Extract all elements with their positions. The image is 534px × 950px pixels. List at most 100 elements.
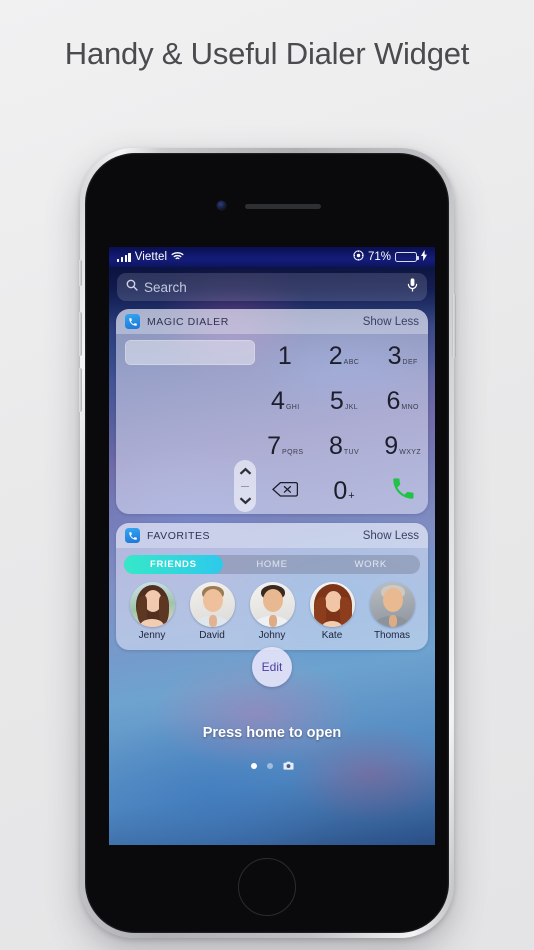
power-button[interactable] — [452, 294, 456, 358]
key-4[interactable]: 4 GHI — [271, 389, 300, 414]
magic-dialer-show-less[interactable]: Show Less — [363, 316, 419, 328]
phone-handset-icon — [390, 476, 416, 507]
call-button[interactable] — [390, 476, 416, 507]
key-digit: 9 — [384, 432, 399, 460]
chevron-up-icon[interactable] — [239, 463, 252, 481]
battery-percent-label: 71% — [367, 251, 391, 263]
key-digit: 7 — [267, 432, 282, 460]
magic-dialer-widget: MAGIC DIALER Show Less 1 2 ABC 3 DEF 4 G… — [116, 309, 428, 514]
key-digit: 6 — [386, 387, 401, 415]
contact-name: Thomas — [373, 630, 411, 641]
contact-item[interactable]: Thomas — [366, 582, 418, 641]
phone-screen: Viettel 71% Search MAGIC DIALER Show Les… — [109, 247, 435, 845]
avatar — [249, 582, 295, 627]
silent-switch[interactable] — [78, 260, 82, 286]
contact-item[interactable]: Johny — [246, 582, 298, 641]
stepper-divider — [241, 485, 249, 487]
key-7[interactable]: 7 PQRS — [267, 434, 303, 459]
favorites-header: FAVORITES Show Less — [116, 523, 428, 548]
keypad: 1 2 ABC 3 DEF 4 GHI 5 JKL 6 MNO 7 PQRS 8… — [256, 334, 428, 514]
key-digit: 3 — [387, 342, 402, 370]
favorites-show-less[interactable]: Show Less — [363, 530, 419, 542]
dialer-stepper[interactable] — [234, 460, 256, 512]
page-dot-2[interactable] — [266, 762, 273, 769]
magic-dialer-header: MAGIC DIALER Show Less — [116, 309, 428, 334]
status-bar-left: Viettel — [117, 251, 184, 264]
key-1[interactable]: 1 — [278, 344, 293, 369]
contact-name: Johny — [258, 630, 286, 641]
microphone-icon[interactable] — [407, 277, 418, 297]
widget-stack: MAGIC DIALER Show Less 1 2 ABC 3 DEF 4 G… — [109, 309, 435, 659]
key-6[interactable]: 6 MNO — [386, 389, 418, 414]
key-digit: 4 — [271, 387, 285, 415]
volume-up-button[interactable] — [78, 312, 82, 356]
key-letters: DEF — [402, 359, 418, 366]
home-button[interactable] — [238, 858, 296, 916]
key-letters: GHI — [285, 404, 300, 411]
phone-app-icon — [125, 528, 140, 543]
search-icon — [126, 278, 138, 296]
contact-list: Jenny David Johny Kate Thomas — [124, 582, 420, 641]
phone-bezel: Viettel 71% Search MAGIC DIALER Show Les… — [85, 153, 449, 933]
key-letters: WXYZ — [399, 449, 422, 456]
key-3[interactable]: 3 DEF — [388, 344, 418, 369]
backspace-key[interactable] — [272, 481, 299, 503]
camera-icon[interactable] — [282, 761, 294, 770]
key-digit: 2 — [328, 342, 343, 370]
contact-item[interactable]: Kate — [306, 582, 358, 641]
key-5[interactable]: 5 JKL — [330, 389, 358, 414]
search-input[interactable]: Search — [117, 273, 427, 301]
key-digit: 5 — [329, 387, 344, 415]
magic-dialer-title: MAGIC DIALER — [147, 315, 229, 328]
key-letters: ABC — [343, 359, 360, 366]
chevron-down-icon[interactable] — [239, 492, 252, 510]
earpiece-speaker — [245, 204, 321, 209]
avatar — [189, 582, 235, 627]
favorites-body: FRIENDS HOME WORK Jenny David Johny Kate… — [116, 548, 428, 650]
key-2[interactable]: 2 ABC — [329, 344, 360, 369]
page-dot-1[interactable] — [250, 762, 257, 769]
key-digit: 0 — [333, 477, 348, 505]
front-camera-icon — [217, 201, 226, 210]
key-9[interactable]: 9 WXYZ — [384, 434, 421, 459]
phone-number-input[interactable] — [125, 340, 255, 365]
key-8[interactable]: 8 TUV — [329, 434, 359, 459]
search-container: Search — [109, 267, 435, 308]
key-letters: PQRS — [282, 449, 304, 456]
contact-name: David — [199, 630, 225, 641]
edit-button[interactable]: Edit — [252, 647, 292, 687]
key-digit: 1 — [277, 342, 292, 370]
dialer-body: 1 2 ABC 3 DEF 4 GHI 5 JKL 6 MNO 7 PQRS 8… — [116, 334, 428, 514]
avatar — [309, 582, 355, 627]
favorites-tabs: FRIENDS HOME WORK — [124, 555, 420, 574]
key-letters: JKL — [344, 404, 359, 411]
key-letters: MNO — [401, 404, 419, 411]
key-letters: TUV — [343, 449, 360, 456]
location-services-icon — [353, 250, 364, 264]
contact-name: Jenny — [138, 630, 166, 641]
avatar — [129, 582, 175, 627]
key-0[interactable]: 0 + — [333, 479, 354, 504]
phone-app-icon — [125, 314, 140, 329]
iphone-device-frame: Viettel 71% Search MAGIC DIALER Show Les… — [78, 148, 456, 938]
screenshot-root: Handy & Useful Dialer Widget Viettel 71%… — [0, 0, 534, 950]
key-digit: 8 — [328, 432, 343, 460]
avatar — [369, 582, 415, 627]
signal-bars-icon — [117, 252, 131, 262]
carrier-label: Viettel — [134, 251, 168, 263]
favorites-title: FAVORITES — [147, 529, 211, 542]
backspace-icon — [272, 481, 299, 503]
volume-down-button[interactable] — [78, 368, 82, 412]
tab-home[interactable]: HOME — [223, 555, 322, 574]
key-plus: + — [348, 490, 355, 502]
contact-item[interactable]: David — [186, 582, 238, 641]
page-title: Handy & Useful Dialer Widget — [64, 36, 470, 71]
tab-friends[interactable]: FRIENDS — [124, 555, 223, 574]
contact-name: Kate — [321, 630, 343, 641]
wifi-icon — [171, 251, 184, 264]
contact-item[interactable]: Jenny — [126, 582, 178, 641]
search-placeholder: Search — [144, 279, 187, 295]
page-indicator — [109, 761, 435, 770]
status-bar: Viettel 71% — [109, 247, 435, 267]
tab-work[interactable]: WORK — [321, 555, 420, 574]
